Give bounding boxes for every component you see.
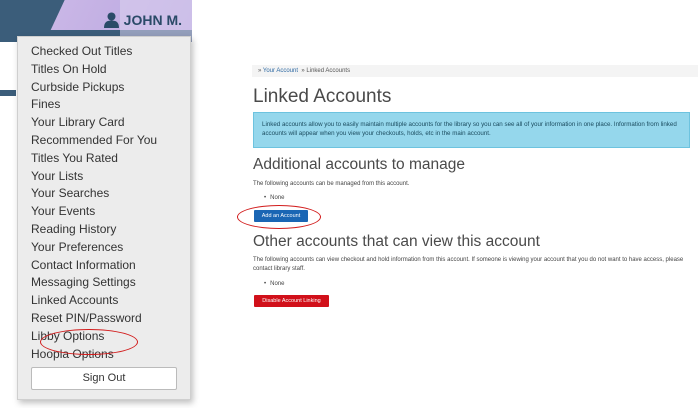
menu-item-recommended-for-you[interactable]: Recommended For You xyxy=(18,132,190,150)
annotation-circle-linked-accounts xyxy=(40,329,138,355)
menu-item-curbside-pickups[interactable]: Curbside Pickups xyxy=(18,79,190,97)
viewer-accounts-heading: Other accounts that can view this accoun… xyxy=(253,233,540,250)
disable-account-linking-button[interactable]: Disable Account Linking xyxy=(254,295,329,307)
annotation-circle-add-account xyxy=(237,205,321,229)
sign-out-button[interactable]: Sign Out xyxy=(31,367,177,390)
menu-item-reset-pin-password[interactable]: Reset PIN/Password xyxy=(18,310,190,328)
viewer-accounts-description: The following accounts can view checkout… xyxy=(253,257,684,272)
menu-item-messaging-settings[interactable]: Messaging Settings xyxy=(18,274,190,292)
menu-item-reading-history[interactable]: Reading History xyxy=(18,221,190,239)
manage-accounts-heading: Additional accounts to manage xyxy=(253,156,465,173)
menu-item-your-preferences[interactable]: Your Preferences xyxy=(18,239,190,257)
manage-accounts-list-item: None xyxy=(264,195,284,201)
menu-item-your-searches[interactable]: Your Searches xyxy=(18,185,190,203)
menu-item-your-events[interactable]: Your Events xyxy=(18,203,190,221)
account-dropdown-menu: Checked Out Titles Titles On Hold Curbsi… xyxy=(17,36,191,400)
breadcrumb-separator: » xyxy=(301,68,305,74)
menu-item-titles-on-hold[interactable]: Titles On Hold xyxy=(18,61,190,79)
account-menu-list: Checked Out Titles Titles On Hold Curbsi… xyxy=(18,43,190,363)
menu-item-your-lists[interactable]: Your Lists xyxy=(18,168,190,186)
menu-item-fines[interactable]: Fines xyxy=(18,96,190,114)
user-icon xyxy=(103,12,119,28)
menu-item-linked-accounts[interactable]: Linked Accounts xyxy=(18,292,190,310)
manage-accounts-description: The following accounts can be managed fr… xyxy=(253,181,410,187)
page-title: Linked Accounts xyxy=(253,86,392,107)
viewer-accounts-list-item: None xyxy=(264,281,284,287)
menu-item-checked-out-titles[interactable]: Checked Out Titles xyxy=(18,43,190,61)
menu-item-contact-information[interactable]: Contact Information xyxy=(18,257,190,275)
breadcrumb: » Your Account » Linked Accounts xyxy=(252,65,698,77)
breadcrumb-separator: » xyxy=(258,68,262,74)
breadcrumb-current: Linked Accounts xyxy=(306,68,351,74)
user-name: JOHN M. xyxy=(123,12,182,28)
left-accent-bar xyxy=(0,90,16,96)
menu-item-titles-you-rated[interactable]: Titles You Rated xyxy=(18,150,190,168)
account-menu-toggle[interactable]: JOHN M. xyxy=(103,12,182,28)
breadcrumb-link-your-account[interactable]: Your Account xyxy=(263,68,298,74)
menu-item-your-library-card[interactable]: Your Library Card xyxy=(18,114,190,132)
info-alert: Linked accounts allow you to easily main… xyxy=(253,112,690,148)
page-left-edge xyxy=(0,42,16,408)
